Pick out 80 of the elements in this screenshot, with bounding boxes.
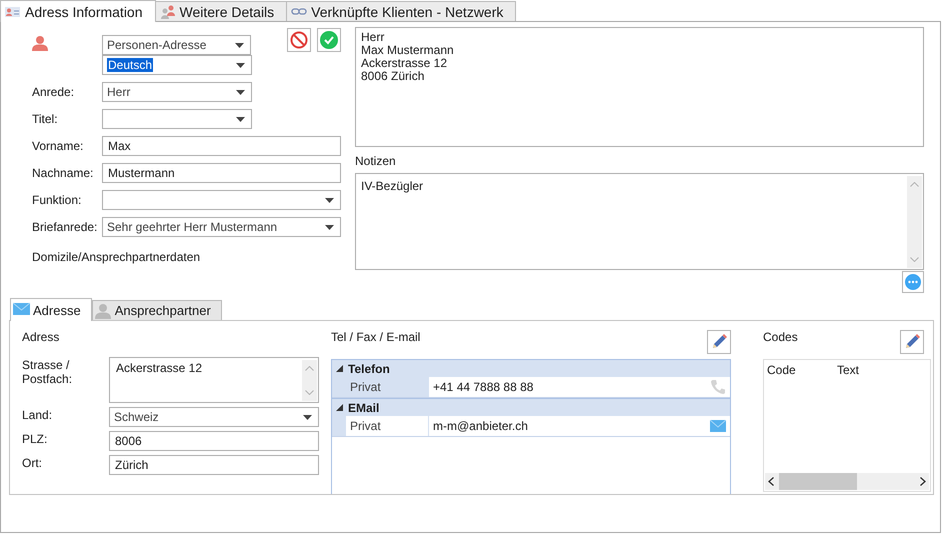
field-label: Anrede: (32, 85, 76, 99)
combo-box[interactable]: Schweiz (109, 407, 319, 427)
field-label: PLZ: (22, 431, 48, 446)
section-title: Tel / Fax / E-mail (331, 330, 420, 344)
combo-box[interactable]: Herr (102, 82, 252, 102)
scroll-up-icon (305, 366, 314, 371)
combo-box[interactable] (102, 190, 341, 210)
more-button[interactable] (902, 271, 924, 293)
caret-icon (325, 198, 334, 202)
cancel-button[interactable] (287, 28, 311, 52)
combo-box[interactable]: Personen-Adresse (102, 35, 251, 55)
address-line: Ackerstrasse 12 (361, 57, 448, 70)
forbidden-icon (290, 31, 308, 49)
field-label: Ort: (22, 455, 43, 470)
scroll-right-icon (920, 477, 926, 486)
address-line: Max Mustermann (361, 44, 455, 57)
tab[interactable]: Adress Information (0, 0, 156, 22)
scrollbar[interactable] (765, 473, 929, 490)
caret-icon (325, 224, 334, 230)
text-field[interactable]: Max (102, 136, 341, 156)
edit-button[interactable] (707, 330, 731, 354)
phone-icon (710, 379, 726, 395)
text-selection: Deutsch (107, 58, 154, 72)
pencil-icon (903, 333, 921, 351)
envelope-icon (710, 420, 726, 432)
scroll-down-icon (910, 257, 919, 262)
combo-box[interactable] (102, 109, 252, 129)
field-label: Titel: (32, 112, 59, 126)
field-label: Nachname: (32, 166, 94, 180)
person-icon (32, 35, 48, 51)
field-label: Notizen (355, 154, 397, 168)
address-line: Herr (361, 31, 386, 44)
notes-text: IV-Bezügler (360, 178, 424, 195)
tab[interactable]: Ansprechpartner (92, 300, 222, 320)
caret-icon (236, 62, 245, 68)
tab[interactable]: Verknüpfte Klienten - Netzwerk (286, 1, 516, 21)
address-line: 8006 Zürich (361, 70, 426, 83)
notes-field[interactable]: IV-Bezügler (355, 173, 924, 270)
caret-icon (303, 414, 312, 420)
collapse-icon[interactable] (336, 404, 343, 411)
table-cell: Privat (346, 416, 429, 436)
scroll-down-icon (305, 390, 314, 395)
combo-box[interactable]: Sehr geehrter Herr Mustermann (102, 217, 341, 237)
column-header: Code (767, 363, 797, 377)
cell-text: m-m@anbieter.ch (433, 419, 528, 433)
scrollbar[interactable] (907, 176, 922, 268)
caret-icon (236, 116, 245, 122)
tab[interactable]: Weitere Details (154, 1, 288, 21)
more-icon (905, 274, 921, 290)
combo-box[interactable]: Deutsch (102, 55, 252, 75)
cell-text: +41 44 7888 88 88 (433, 380, 534, 394)
confirm-button[interactable] (317, 28, 341, 52)
field-label: Land: (22, 407, 54, 422)
text-field[interactable]: 8006 (109, 431, 319, 451)
edit-button[interactable] (900, 330, 924, 354)
section-title: Codes (763, 330, 798, 344)
field-label: Funktion: (32, 193, 82, 207)
scrollbar[interactable] (302, 360, 317, 401)
text-field[interactable]: Mustermann (102, 163, 341, 183)
section-title: Adress (22, 330, 60, 346)
field-label: Vorname: (32, 139, 84, 153)
field-label: Strasse / Postfach: (22, 357, 74, 386)
tab[interactable]: Adresse (10, 298, 92, 321)
caret-icon (235, 42, 244, 48)
group-label: EMail (348, 400, 380, 414)
column-header: Text (837, 363, 860, 377)
scroll-left-icon (768, 477, 774, 486)
field-label: Briefanrede: (32, 220, 98, 234)
check-icon (320, 31, 338, 49)
scroll-up-icon (910, 182, 919, 187)
group-label: Telefon (348, 362, 390, 376)
field-text: Ackerstrasse 12 (115, 360, 204, 377)
caret-icon (236, 90, 245, 94)
section-label: Domizile/Ansprechpartnerdaten (32, 250, 202, 264)
envelope-icon (13, 302, 30, 318)
collapse-icon[interactable] (336, 365, 343, 372)
text-field[interactable]: Zürich (109, 455, 319, 475)
text-area[interactable]: Ackerstrasse 12 (109, 357, 319, 403)
pencil-icon (710, 333, 728, 351)
people-icon (160, 4, 176, 20)
